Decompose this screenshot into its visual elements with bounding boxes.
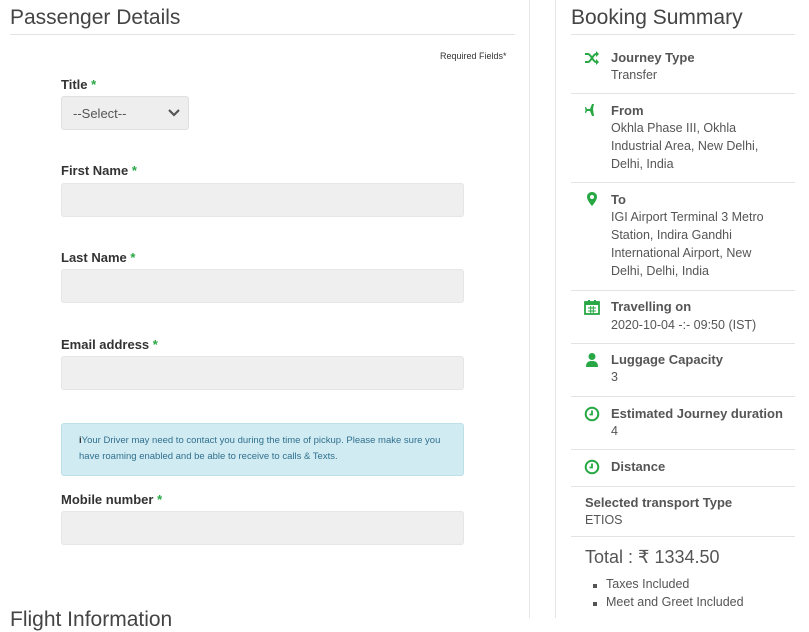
summary-divider xyxy=(571,536,795,537)
journey-type-label: Journey Type xyxy=(611,50,695,65)
from-value: Okhla Phase III, Okhla Industrial Area, … xyxy=(611,121,759,171)
summary-divider xyxy=(571,449,795,450)
to-value: IGI Airport Terminal 3 Metro Station, In… xyxy=(611,210,764,278)
summary-divider xyxy=(571,290,795,291)
email-label-text: Email address xyxy=(61,337,150,352)
inclusion-item: Meet and Greet Included xyxy=(593,595,744,609)
plane-icon xyxy=(585,104,598,116)
flight-information-heading: Flight Information xyxy=(10,608,173,631)
column-divider xyxy=(529,0,530,618)
required-star: * xyxy=(130,250,136,265)
map-pin-icon xyxy=(587,192,597,206)
required-fields-note: Required Fields* xyxy=(440,51,507,61)
shuffle-icon xyxy=(585,51,599,65)
clock-icon xyxy=(584,406,600,422)
title-select-value: --Select-- xyxy=(73,106,127,121)
last-name-label: Last Name * xyxy=(61,250,135,265)
journey-duration-label: Estimated Journey duration xyxy=(611,406,783,421)
summary-divider xyxy=(571,182,795,183)
passenger-details-title: Passenger Details xyxy=(10,6,181,29)
total-amount: Total : ₹ 1334.50 xyxy=(585,547,720,567)
title-select[interactable]: --Select-- xyxy=(61,96,189,130)
first-name-label: First Name * xyxy=(61,163,137,178)
required-star: * xyxy=(152,337,158,352)
summary-title-divider xyxy=(571,34,795,35)
distance-label: Distance xyxy=(611,459,666,474)
to-label: To xyxy=(611,192,626,207)
info-text: Your Driver may need to contact you duri… xyxy=(79,435,441,462)
chevron-down-icon xyxy=(168,109,180,117)
first-name-label-text: First Name xyxy=(61,163,129,178)
from-label: From xyxy=(611,103,644,118)
booking-summary-title: Booking Summary xyxy=(571,6,743,29)
journey-type-value: Transfer xyxy=(611,68,658,82)
selected-transport-label: Selected transport Type xyxy=(585,495,733,510)
first-name-input[interactable] xyxy=(61,183,464,217)
inclusion-item: Taxes Included xyxy=(592,577,690,591)
journey-duration-value: 4 xyxy=(611,424,618,438)
clock-icon xyxy=(584,459,600,475)
summary-divider xyxy=(571,396,795,397)
last-name-input[interactable] xyxy=(61,269,464,303)
required-star: * xyxy=(91,77,97,92)
summary-divider xyxy=(571,343,795,344)
summary-divider xyxy=(571,486,795,487)
luggage-capacity-label: Luggage Capacity xyxy=(611,352,723,367)
summary-divider xyxy=(571,93,795,94)
mobile-label-text: Mobile number xyxy=(61,492,154,507)
travelling-on-label: Travelling on xyxy=(611,299,692,314)
passenger-details-panel: Passenger Details Required Fields* Title… xyxy=(0,0,530,631)
user-icon xyxy=(586,353,598,367)
travelling-on-value: 2020-10-04 -:- 09:50 (IST) xyxy=(611,318,757,332)
calendar-icon xyxy=(584,300,600,315)
title-label: Title * xyxy=(61,77,96,92)
required-star: * xyxy=(157,492,163,507)
mobile-label: Mobile number * xyxy=(61,492,162,507)
last-name-label-text: Last Name xyxy=(61,250,127,265)
title-divider xyxy=(10,34,515,35)
required-star: * xyxy=(131,163,137,178)
booking-summary-panel: Booking Summary Journey Type Transfer Fr… xyxy=(556,0,809,618)
email-label: Email address * xyxy=(61,337,158,352)
email-input[interactable] xyxy=(61,356,464,390)
driver-contact-info-alert: iYour Driver may need to contact you dur… xyxy=(61,423,464,476)
mobile-input[interactable] xyxy=(61,511,464,545)
luggage-capacity-value: 3 xyxy=(611,370,618,384)
title-label-text: Title xyxy=(61,77,88,92)
selected-transport-value: ETIOS xyxy=(585,513,623,527)
